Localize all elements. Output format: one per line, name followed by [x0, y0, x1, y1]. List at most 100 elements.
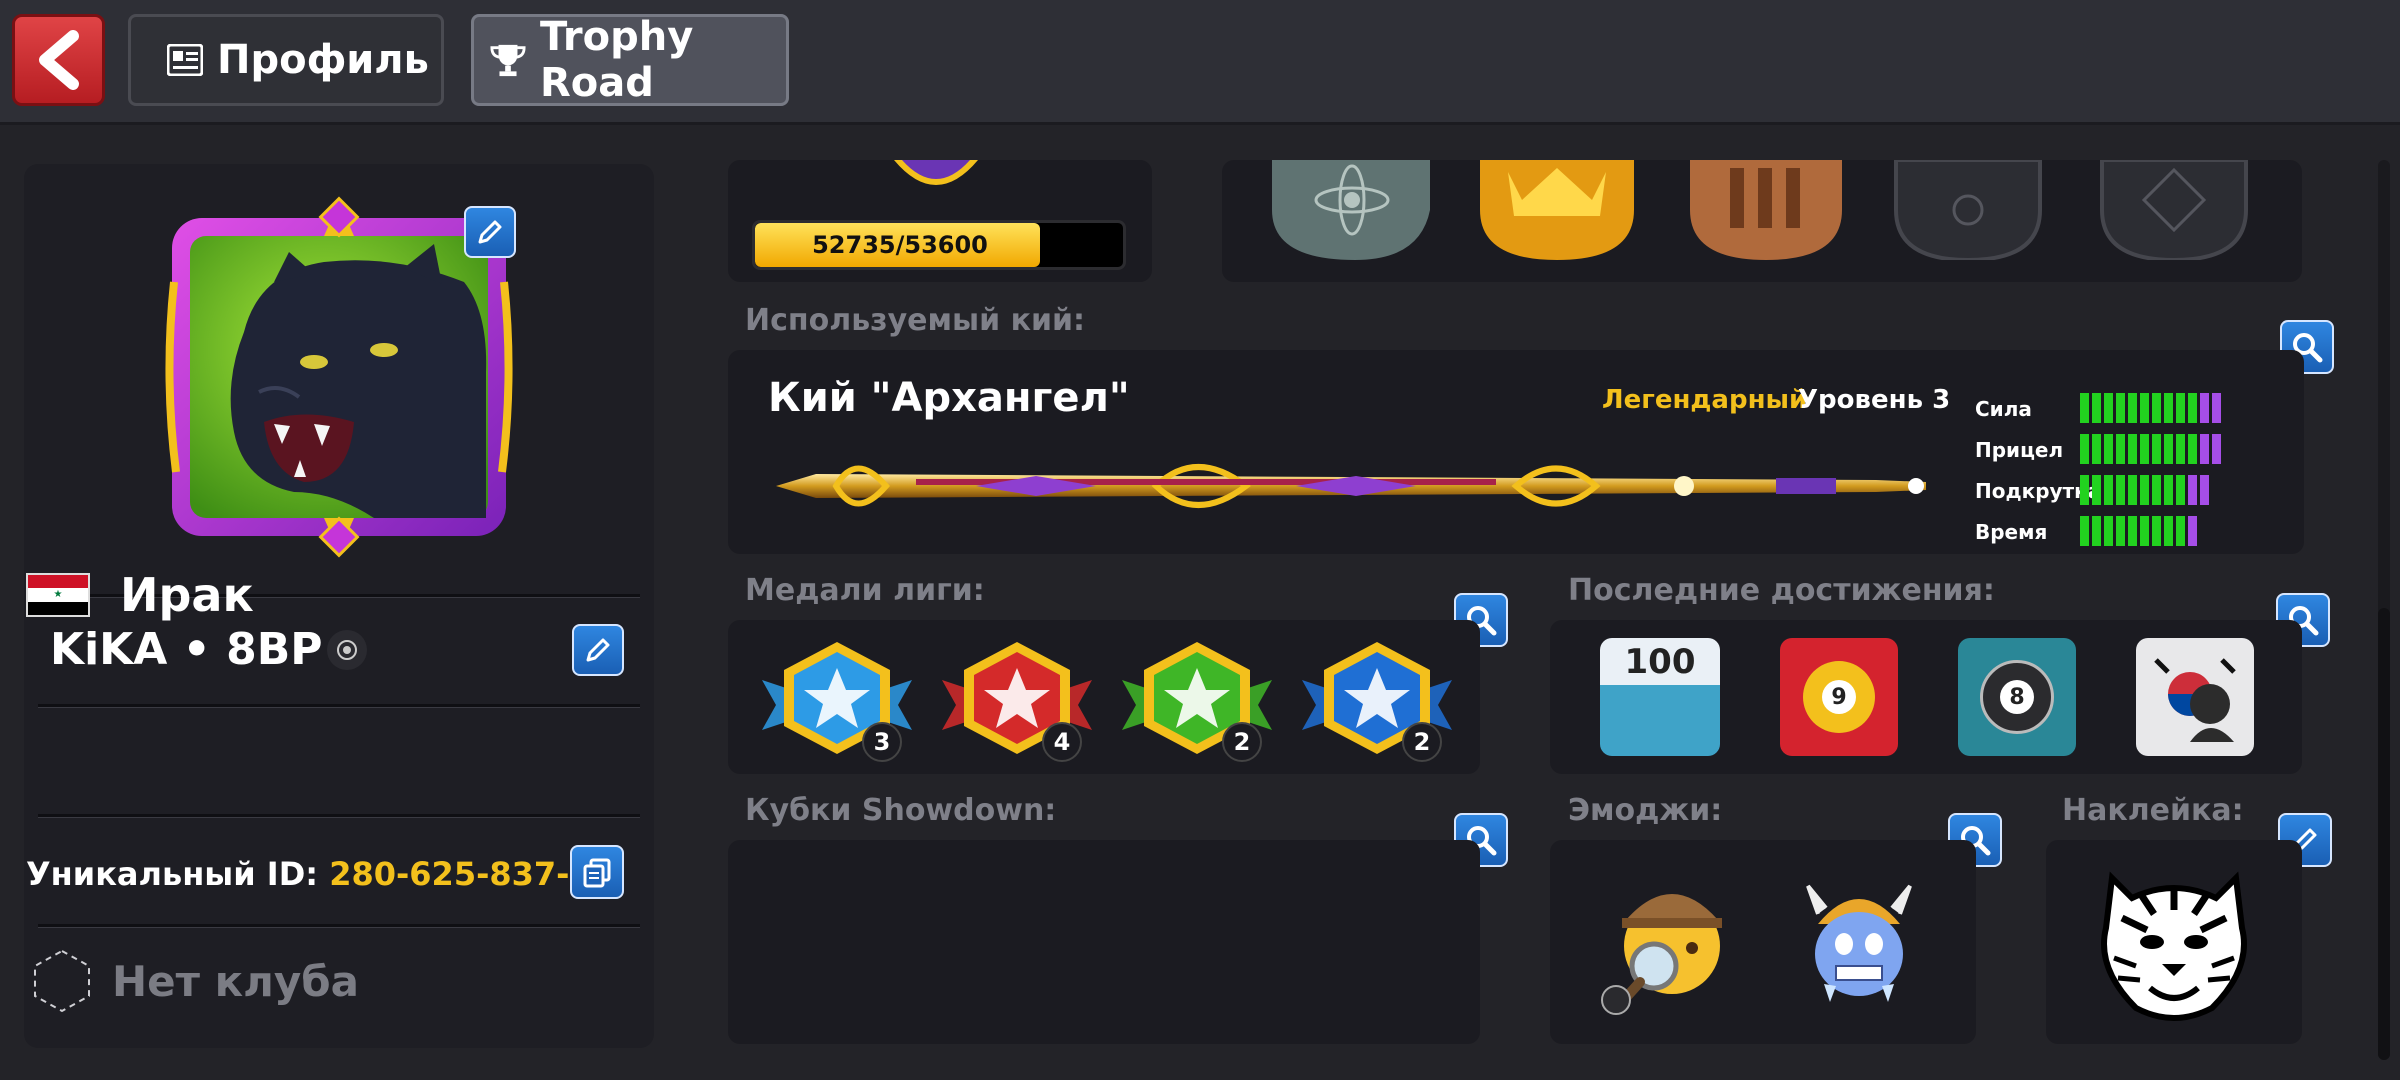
- stat-segment: [2092, 434, 2101, 464]
- stat-segment: [2140, 434, 2149, 464]
- club[interactable]: Нет клуба: [30, 948, 359, 1014]
- cue-name: Кий "Архангел": [768, 375, 1130, 421]
- stat-segment: [2140, 516, 2149, 546]
- stat-segment: [2092, 475, 2101, 505]
- league-medal-count: 2: [1222, 722, 1262, 762]
- stat-segment: [2164, 516, 2173, 546]
- country-name: Ирак: [120, 568, 254, 622]
- bronze-badge-icon: [1690, 160, 1842, 260]
- emoji-label: Эмоджи:: [1568, 793, 1723, 828]
- unique-id: Уникальный ID: 280-625-837-6: [26, 855, 592, 893]
- cue-rarity: Легендарный: [1602, 385, 1808, 415]
- stat-segment: [2152, 475, 2161, 505]
- copy-id-button[interactable]: [570, 845, 624, 899]
- stat-segment: [2176, 475, 2185, 505]
- profile-card-icon: [167, 42, 203, 78]
- stat-segment: [2140, 393, 2149, 423]
- xp-progress-bar: 52735/53600: [752, 220, 1126, 270]
- stat-segment: [2116, 475, 2125, 505]
- league-medals-label: Медали лиги:: [745, 573, 985, 608]
- stat-aim-bar: [2080, 434, 2221, 464]
- showdown-label: Кубки Showdown:: [745, 793, 1057, 828]
- achievements-label: Последние достижения:: [1568, 573, 1995, 608]
- league-medal[interactable]: 3: [762, 640, 912, 762]
- stat-segment: [2176, 393, 2185, 423]
- stat-segment: [2128, 434, 2137, 464]
- country: ★ Ирак: [26, 568, 254, 622]
- stat-segment: [2080, 475, 2089, 505]
- trophy-icon: [490, 42, 526, 78]
- locked-diamond-badge-icon: [2100, 160, 2248, 260]
- frozen-viking-emoji-icon[interactable]: [1804, 874, 1914, 1004]
- tab-profile[interactable]: Профиль: [128, 14, 444, 106]
- cue-section-label: Используемый кий:: [745, 303, 1086, 338]
- crown-badge-icon: [1480, 160, 1634, 260]
- league-medal[interactable]: 2: [1302, 640, 1452, 762]
- achievement-eight-ball-icon[interactable]: 8: [1958, 638, 2076, 756]
- cue-level: Уровень 3: [1798, 385, 1951, 415]
- stat-bonus-segment: [2200, 434, 2209, 464]
- scrollbar[interactable]: [2378, 160, 2390, 1060]
- stat-segment: [2092, 516, 2101, 546]
- detective-emoji-icon[interactable]: [1600, 868, 1740, 1018]
- club-text: Нет клуба: [112, 956, 359, 1006]
- stat-segment: [2080, 393, 2089, 423]
- stat-power-bar: [2080, 393, 2221, 423]
- league-medal-count: 2: [1402, 722, 1442, 762]
- scrollbar-thumb[interactable]: [2378, 608, 2390, 1060]
- tab-profile-label: Профиль: [217, 37, 429, 83]
- achievement-korea-flag-icon[interactable]: [2136, 638, 2254, 756]
- stat-segment: [2188, 434, 2197, 464]
- unique-id-value: 280-625-837-6: [329, 855, 592, 893]
- stat-segment: [2164, 475, 2173, 505]
- league-medal-count: 3: [862, 722, 902, 762]
- tab-trophy-road[interactable]: Trophy Road: [471, 14, 789, 106]
- stat-segment: [2092, 393, 2101, 423]
- divider: [38, 814, 640, 818]
- level-badge-icon: [894, 160, 978, 185]
- stat-segment: [2164, 434, 2173, 464]
- player-name-text: KiKA • 8BP: [50, 624, 323, 675]
- stat-segment: [2176, 516, 2185, 546]
- showdown-card: [728, 840, 1480, 1044]
- stat-segment: [2080, 516, 2089, 546]
- club-hexagon-icon: [34, 949, 90, 1013]
- top-bar: Профиль Trophy Road: [0, 0, 2400, 125]
- stat-segment: [2128, 475, 2137, 505]
- achievement-nine-ball-icon[interactable]: 9: [1780, 638, 1898, 756]
- back-button[interactable]: [12, 14, 105, 106]
- stat-segment: [2140, 475, 2149, 505]
- achievement-eight-ball-text: 8: [2000, 680, 2034, 714]
- stat-bonus-segment: [2212, 393, 2221, 423]
- unique-id-label: Уникальный ID:: [26, 855, 319, 893]
- stat-segment: [2104, 434, 2113, 464]
- achievement-100-text: 100: [1624, 642, 1696, 682]
- pencil-icon: [478, 220, 502, 244]
- edit-name-button[interactable]: [572, 624, 624, 676]
- stat-bonus-segment: [2200, 393, 2209, 423]
- sticker-label: Наклейка:: [2062, 793, 2244, 828]
- divider: [38, 704, 640, 708]
- stat-segment: [2164, 393, 2173, 423]
- panther-avatar-image: [165, 196, 513, 558]
- tiger-sticker-icon[interactable]: [2092, 858, 2256, 1026]
- archangel-cue-image: [776, 464, 1926, 508]
- league-medal[interactable]: 4: [942, 640, 1092, 762]
- stat-segment: [2104, 393, 2113, 423]
- xp-progress-text: 52735/53600: [812, 231, 988, 259]
- stat-segment: [2116, 434, 2125, 464]
- stat-segment: [2152, 393, 2161, 423]
- stat-aim-label: Прицел: [1975, 438, 2064, 462]
- tab-trophy-road-label: Trophy Road: [540, 14, 694, 106]
- stat-segment: [2152, 434, 2161, 464]
- atom-badge-icon: [1272, 160, 1430, 260]
- achievement-100-icon[interactable]: 100: [1600, 638, 1720, 756]
- stat-segment: [2128, 393, 2137, 423]
- copy-icon: [583, 858, 611, 888]
- stat-time-bar: [2080, 516, 2197, 546]
- stat-bonus-segment: [2188, 475, 2197, 505]
- league-medal[interactable]: 2: [1122, 640, 1272, 762]
- avatar[interactable]: [164, 192, 514, 562]
- edit-avatar-button[interactable]: [464, 206, 516, 258]
- stat-segment: [2152, 516, 2161, 546]
